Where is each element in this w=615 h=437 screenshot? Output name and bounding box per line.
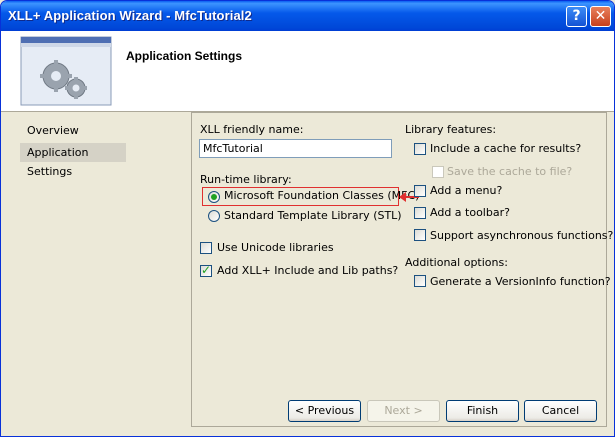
checkmark-icon: ✓ (201, 263, 212, 277)
finish-button[interactable]: Finish (446, 400, 519, 422)
friendly-name-label: XLL friendly name: (200, 123, 304, 136)
add-toolbar-label[interactable]: Add a toolbar? (430, 206, 510, 219)
save-cache-checkbox[interactable] (432, 166, 444, 178)
unicode-label[interactable]: Use Unicode libraries (217, 241, 334, 254)
include-paths-label[interactable]: Add XLL+ Include and Lib paths? (217, 264, 398, 277)
save-cache-label: Save the cache to file? (447, 165, 573, 178)
wizard-header: Application Settings (1, 31, 614, 112)
cancel-button[interactable]: Cancel (524, 400, 597, 422)
additional-options-label: Additional options: (405, 256, 508, 269)
async-checkbox[interactable] (414, 229, 426, 241)
radio-mfc-label[interactable]: Microsoft Foundation Classes (MFC) (224, 189, 419, 202)
title-bar[interactable]: XLL+ Application Wizard - MfcTutorial2 ?… (1, 1, 614, 31)
gears-window-icon (20, 36, 112, 106)
help-button[interactable]: ? (566, 6, 587, 27)
versioninfo-checkbox[interactable] (414, 275, 426, 287)
radio-mfc[interactable] (208, 191, 220, 203)
nav-item-overview[interactable]: Overview (20, 121, 126, 140)
window-title: XLL+ Application Wizard - MfcTutorial2 (8, 8, 252, 23)
include-cache-checkbox[interactable] (414, 143, 426, 155)
add-toolbar-checkbox[interactable] (414, 207, 426, 219)
versioninfo-label[interactable]: Generate a VersionInfo function? (430, 275, 611, 288)
include-paths-checkbox[interactable]: ✓ (200, 263, 212, 277)
next-button[interactable]: Next > (367, 400, 440, 422)
wizard-window: XLL+ Application Wizard - MfcTutorial2 ?… (0, 0, 615, 437)
page-title: Application Settings (126, 49, 243, 63)
runtime-library-label: Run-time library: (200, 173, 292, 186)
library-features-label: Library features: (405, 123, 497, 136)
add-menu-checkbox[interactable] (414, 185, 426, 197)
previous-button[interactable]: < Previous (288, 400, 361, 422)
async-label[interactable]: Support asynchronous functions? (430, 229, 613, 242)
unicode-checkbox[interactable] (200, 242, 212, 254)
friendly-name-input[interactable]: MfcTutorial (199, 139, 392, 158)
radio-stl[interactable] (208, 210, 220, 222)
close-button[interactable]: ✕ (590, 6, 611, 27)
radio-stl-label[interactable]: Standard Template Library (STL) (224, 209, 402, 222)
radio-selected-dot (211, 194, 217, 200)
include-cache-label[interactable]: Include a cache for results? (430, 142, 581, 155)
add-menu-label[interactable]: Add a menu? (430, 184, 502, 197)
nav-item-application-settings[interactable]: Application Settings (20, 143, 126, 178)
